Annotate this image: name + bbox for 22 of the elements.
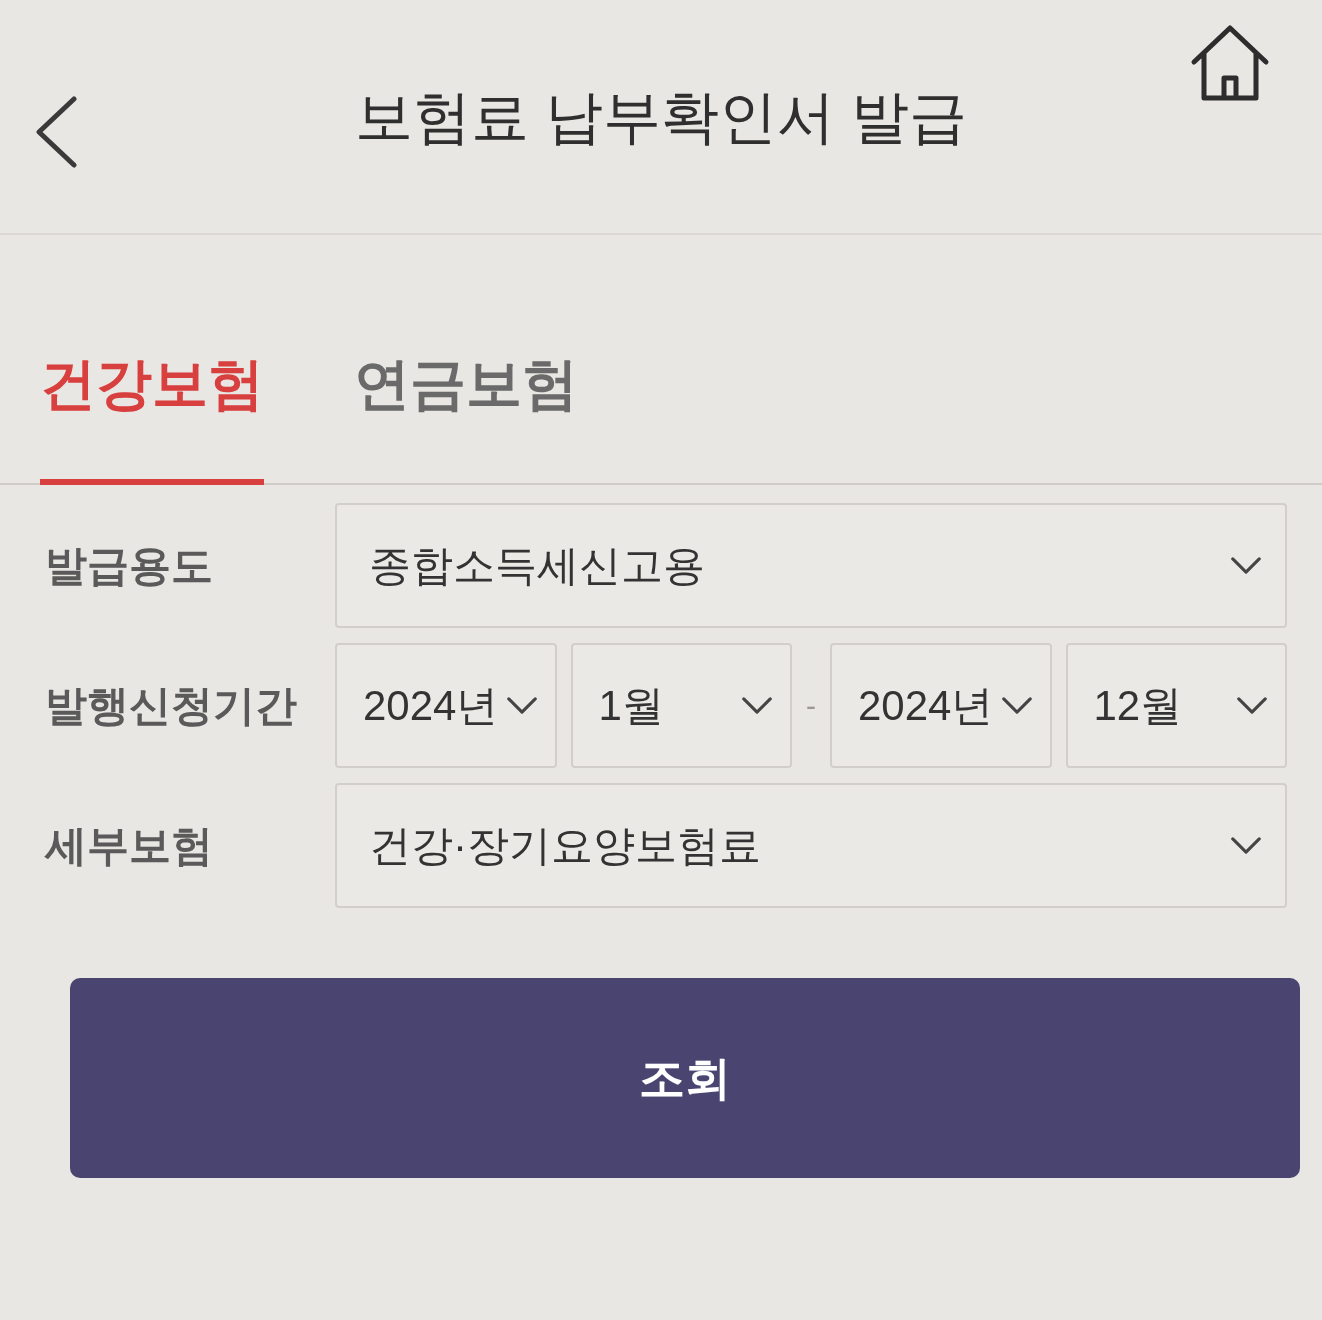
chevron-down-icon: [1231, 836, 1261, 855]
back-icon: [34, 95, 78, 168]
dropdown-field[interactable]: 종합소득세신고용: [335, 503, 1287, 629]
dropdown-field[interactable]: 2024년: [830, 643, 1052, 769]
chevron-down-icon: [1231, 556, 1261, 575]
field-label: 세부보험: [45, 821, 213, 872]
tab[interactable]: 연금보험: [354, 330, 578, 486]
tab[interactable]: 건강보험: [40, 330, 264, 486]
search-button[interactable]: 조회: [70, 978, 1300, 1179]
chevron-down-icon: [506, 696, 537, 715]
chevron-down-icon: [1237, 696, 1267, 715]
page-title: 보험료 납부확인서 발급: [354, 83, 968, 151]
field-label: 발급용도: [45, 541, 213, 592]
dropdown-field[interactable]: 2024년: [335, 643, 557, 769]
dropdown-field[interactable]: 1월: [570, 643, 792, 769]
dropdown-field[interactable]: 12월: [1065, 643, 1287, 769]
chevron-down-icon: [742, 696, 772, 715]
home-icon: [1190, 24, 1270, 102]
chevron-down-icon: [1001, 696, 1032, 715]
dropdown-field[interactable]: 건강·장기요양보험료: [335, 783, 1287, 909]
range-separator: -: [806, 688, 816, 725]
field-label: 발행신청기간: [45, 681, 297, 732]
